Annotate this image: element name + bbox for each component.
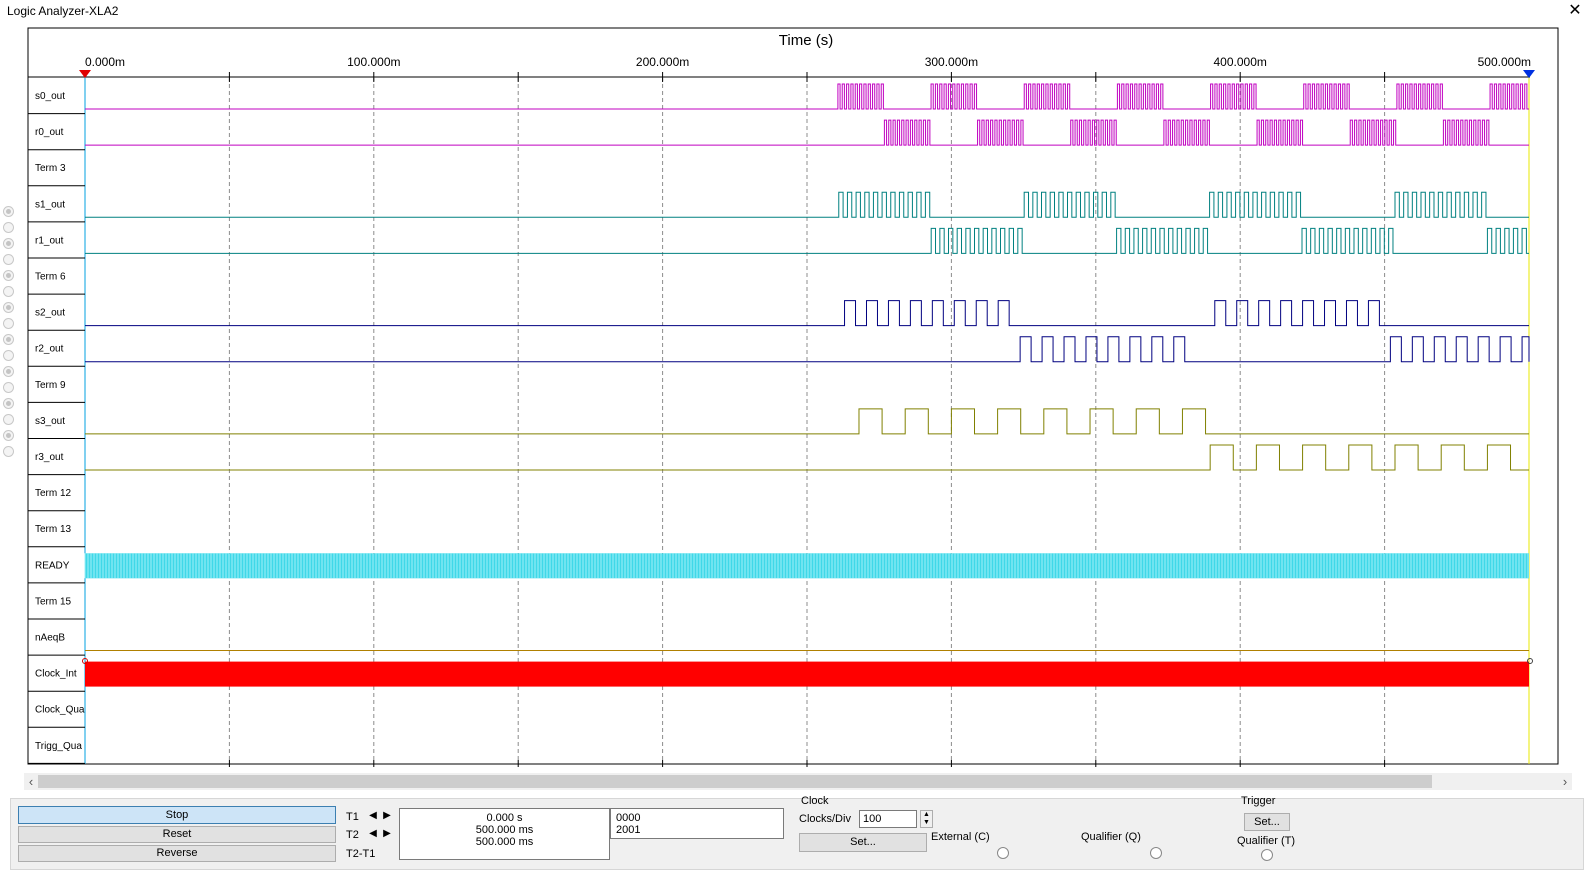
channel-label: Term 13	[35, 524, 72, 535]
trigger-group-title: Trigger	[1241, 795, 1276, 807]
reset-button[interactable]: Reset	[18, 826, 336, 843]
channel-label: s0_out	[35, 91, 65, 102]
channel-label: Clock_Int	[35, 669, 77, 680]
reverse-button[interactable]: Reverse	[18, 845, 336, 862]
plot-frame	[27, 27, 1559, 765]
clocks-div-input[interactable]	[859, 810, 917, 828]
time-tick-label: 500.000m	[1478, 55, 1531, 69]
trigger-qualifier-label: Qualifier (T)	[1237, 835, 1296, 847]
waveform-Clock_Int	[85, 661, 1529, 687]
clocks-div-spinner[interactable]: ▲ ▼	[920, 810, 933, 828]
cursor-value-readout: 0000 2001	[610, 808, 784, 839]
channel-label: Term 3	[35, 163, 66, 174]
spin-down-icon[interactable]: ▼	[921, 819, 932, 827]
channel-label: r3_out	[35, 452, 64, 463]
t1-value: 0000	[616, 812, 641, 824]
channel-label: r1_out	[35, 235, 64, 246]
trigger-qualifier-radio[interactable]	[1261, 849, 1273, 861]
scroll-thumb[interactable]	[38, 775, 1432, 788]
time-tick-label: 0.000m	[85, 55, 125, 69]
external-label: External (C)	[931, 831, 990, 843]
scroll-right-icon[interactable]: ›	[1558, 773, 1572, 790]
t1-left-arrow-icon[interactable]: ◀	[367, 810, 379, 822]
channel-label: r2_out	[35, 344, 64, 355]
channel-label: Clock_Qua	[35, 705, 85, 716]
channel-label: READY	[35, 560, 70, 571]
channel-label: Term 12	[35, 488, 72, 499]
t1-time: 0.000 s	[486, 812, 523, 824]
spin-up-icon[interactable]: ▲	[921, 811, 932, 819]
channel-label: Term 6	[35, 272, 66, 283]
clock-set-button[interactable]: Set...	[799, 833, 927, 852]
t2-t1-label: T2-T1	[346, 848, 376, 860]
time-tick-labels: 0.000m 100.000m 200.000m 300.000m 400.000m 50…	[85, 55, 1531, 69]
waveform-plot: Time (s) 0.000m 100.000m 200.000m 300.000m 4…	[27, 27, 1559, 767]
horizontal-scrollbar[interactable]: ‹ ›	[24, 773, 1572, 790]
channel-label: r0_out	[35, 127, 64, 138]
external-radio[interactable]	[997, 847, 1009, 859]
clocks-div-label: Clocks/Div	[799, 813, 851, 825]
clock-qualifier-label: Qualifier (Q)	[1081, 831, 1141, 843]
time-tick-label: 100.000m	[347, 55, 400, 69]
time-tick-label: 200.000m	[636, 55, 689, 69]
channel-label: nAeqB	[35, 633, 65, 644]
channel-label: s2_out	[35, 308, 65, 319]
time-grid	[27, 27, 1559, 767]
cursor-time-readout: 0.000 s 500.000 ms 500.000 ms	[399, 808, 610, 860]
channel-label: Term 15	[35, 596, 72, 607]
t2-time: 500.000 ms	[475, 824, 534, 836]
t2-marker	[1527, 658, 1533, 664]
control-panel: Stop Reset Reverse T1 T2 T2-T1 ◀ ▶ ◀ ▶ 0…	[10, 795, 1584, 870]
t2-right-arrow-icon[interactable]: ▶	[381, 828, 393, 840]
t1-label: T1	[346, 811, 359, 823]
scroll-left-icon[interactable]: ‹	[24, 773, 38, 790]
t2-value: 2001	[616, 824, 641, 836]
axis-title: Time (s)	[779, 32, 833, 49]
t2-t1-time: 500.000 ms	[475, 836, 534, 848]
channel-label: s3_out	[35, 416, 65, 427]
time-tick-label: 300.000m	[925, 55, 978, 69]
clock-group-title: Clock	[801, 795, 829, 807]
t2-label: T2	[346, 829, 359, 841]
time-tick-label: 400.000m	[1214, 55, 1267, 69]
clock-qualifier-radio[interactable]	[1150, 847, 1162, 859]
t1-right-arrow-icon[interactable]: ▶	[381, 810, 393, 822]
channel-label: Term 9	[35, 380, 66, 391]
channel-label: s1_out	[35, 199, 65, 210]
channel-labels: s0_out r0_out Term 3 s1_out r1_out Term 6 s2_o…	[28, 91, 85, 764]
trigger-set-button[interactable]: Set...	[1244, 813, 1290, 831]
stop-button[interactable]: Stop	[18, 806, 336, 824]
channel-label: Trigg_Qua	[35, 741, 82, 752]
t2-left-arrow-icon[interactable]: ◀	[367, 828, 379, 840]
